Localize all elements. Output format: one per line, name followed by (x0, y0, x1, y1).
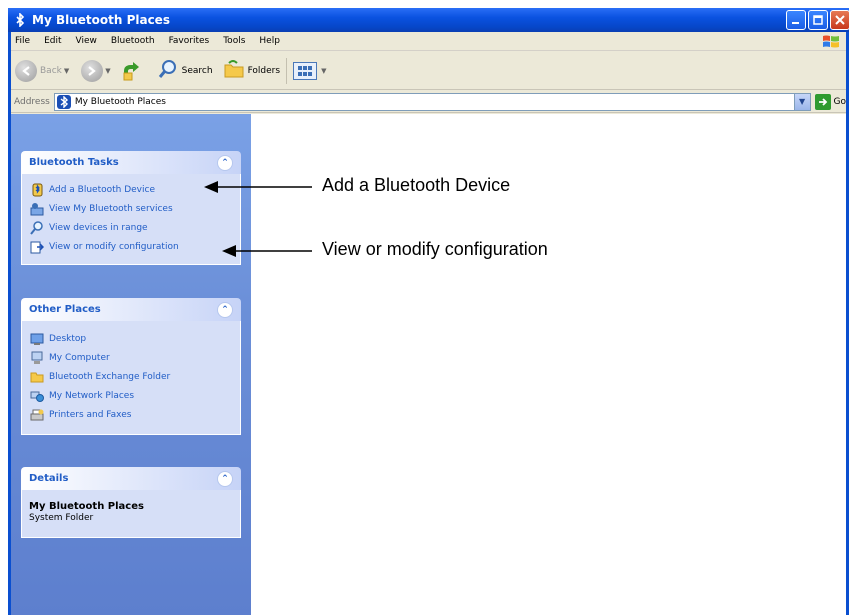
callout-add-device: Add a Bluetooth Device (322, 175, 511, 195)
callout-arrows (204, 181, 312, 257)
callout-modify-configuration: View or modify configuration (322, 239, 548, 259)
callout-arrowhead-modify-config (222, 245, 236, 257)
callout-arrowhead-add-device (204, 181, 218, 193)
